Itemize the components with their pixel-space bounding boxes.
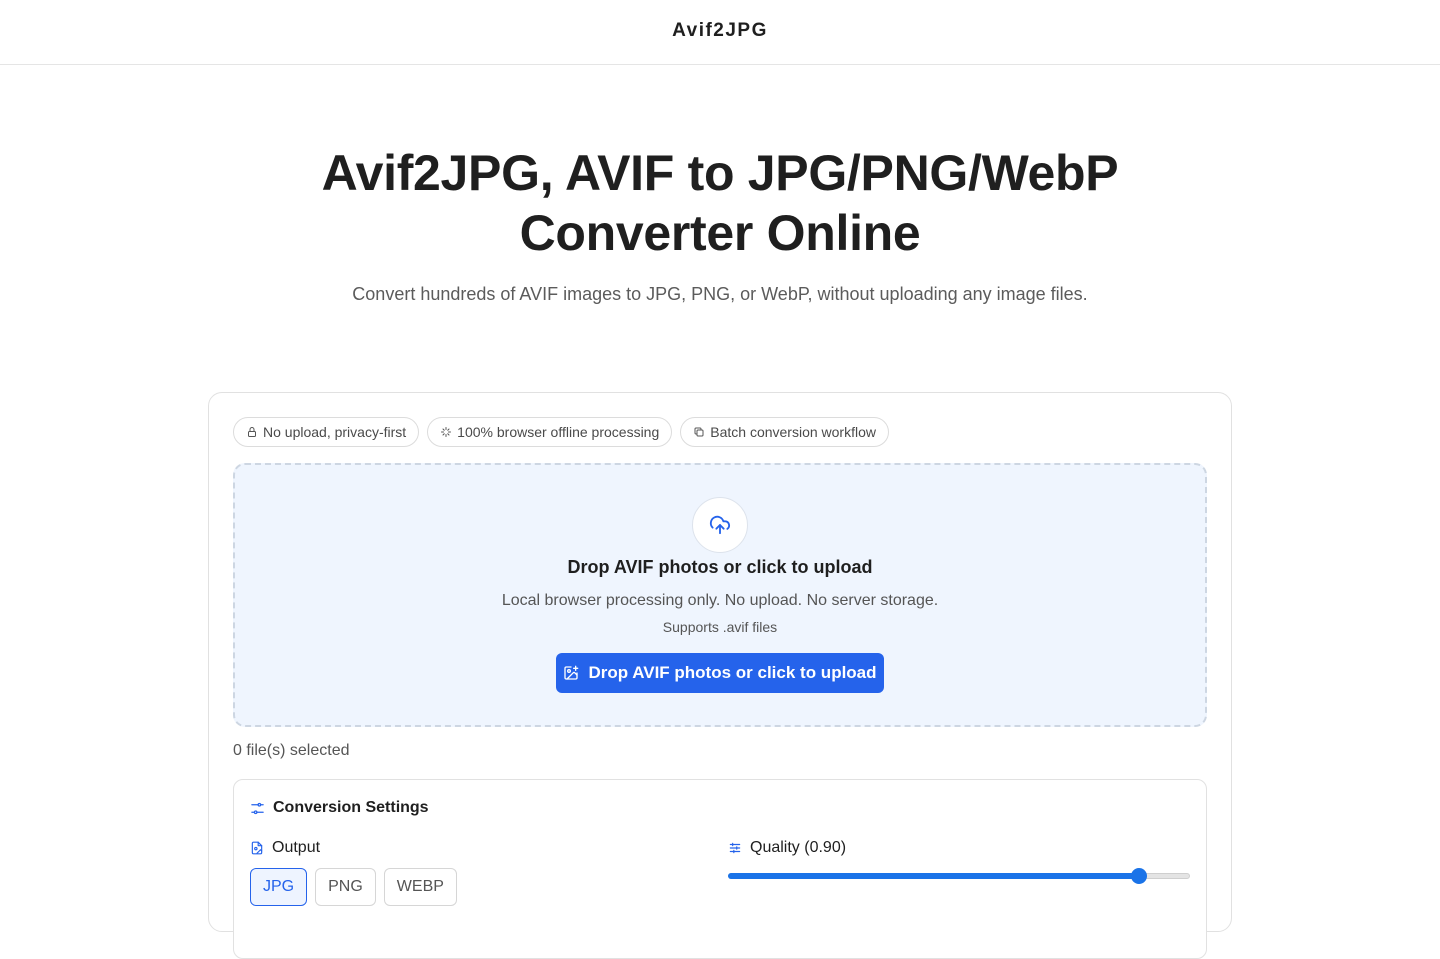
top-bar: Avif2JPG xyxy=(0,0,1440,65)
sparkles-icon xyxy=(441,427,452,437)
badge-batch: Batch conversion workflow xyxy=(680,417,889,447)
page-subtitle: Convert hundreds of AVIF images to JPG, … xyxy=(352,284,1088,304)
upload-button[interactable]: Drop AVIF photos or click to upload xyxy=(556,653,884,693)
file-image-icon xyxy=(251,841,263,855)
conversion-settings-panel: Conversion Settings Output JPG PNG WEBP … xyxy=(233,779,1207,959)
upload-dropzone[interactable]: Drop AVIF photos or click to upload Loca… xyxy=(233,463,1207,727)
badge-offline: 100% browser offline processing xyxy=(427,417,673,447)
badge-label: No upload, privacy-first xyxy=(263,424,407,440)
quality-slider[interactable] xyxy=(728,868,1190,884)
dropzone-supported-formats: Supports .avif files xyxy=(662,619,778,635)
output-field-label: Output xyxy=(250,839,320,857)
quality-label-text: Quality (0.90) xyxy=(750,839,847,856)
format-option-png[interactable]: PNG xyxy=(315,868,376,906)
settings-title: Conversion Settings xyxy=(273,799,429,816)
brand-logo-text[interactable]: Avif2JPG xyxy=(0,20,1440,42)
badge-label: 100% browser offline processing xyxy=(457,424,660,440)
lock-icon xyxy=(248,427,256,437)
quality-field-label: Quality (0.90) xyxy=(728,839,846,857)
feature-badges: No upload, privacy-first 100% browser of… xyxy=(233,417,889,447)
dropzone-description: Local browser processing only. No upload… xyxy=(501,592,939,609)
copy-icon xyxy=(694,427,704,437)
settings-sliders-icon xyxy=(251,802,264,814)
dropzone-title: Drop AVIF photos or click to upload xyxy=(567,557,873,577)
selected-file-count: 0 file(s) selected xyxy=(233,742,350,759)
settings-header: Conversion Settings xyxy=(250,799,429,817)
upload-button-label: Drop AVIF photos or click to upload xyxy=(588,663,877,682)
converter-card: No upload, privacy-first 100% browser of… xyxy=(208,392,1232,959)
page-title: Avif2JPG, AVIF to JPG/PNG/WebP Converter… xyxy=(321,145,1119,261)
cloud-upload-icon xyxy=(709,515,730,535)
format-option-jpg[interactable]: JPG xyxy=(250,868,308,906)
quality-slider-thumb[interactable] xyxy=(1131,868,1147,884)
quality-slider-fill xyxy=(728,873,1139,879)
output-label-text: Output xyxy=(272,839,321,856)
sliders-icon xyxy=(729,842,741,854)
image-plus-icon xyxy=(564,665,579,680)
output-format-group: JPG PNG WEBP xyxy=(250,868,457,906)
upload-icon-circle xyxy=(692,497,748,553)
badge-label: Batch conversion workflow xyxy=(710,424,876,440)
badge-no-upload: No upload, privacy-first xyxy=(233,417,420,447)
format-option-webp[interactable]: WEBP xyxy=(383,868,457,906)
